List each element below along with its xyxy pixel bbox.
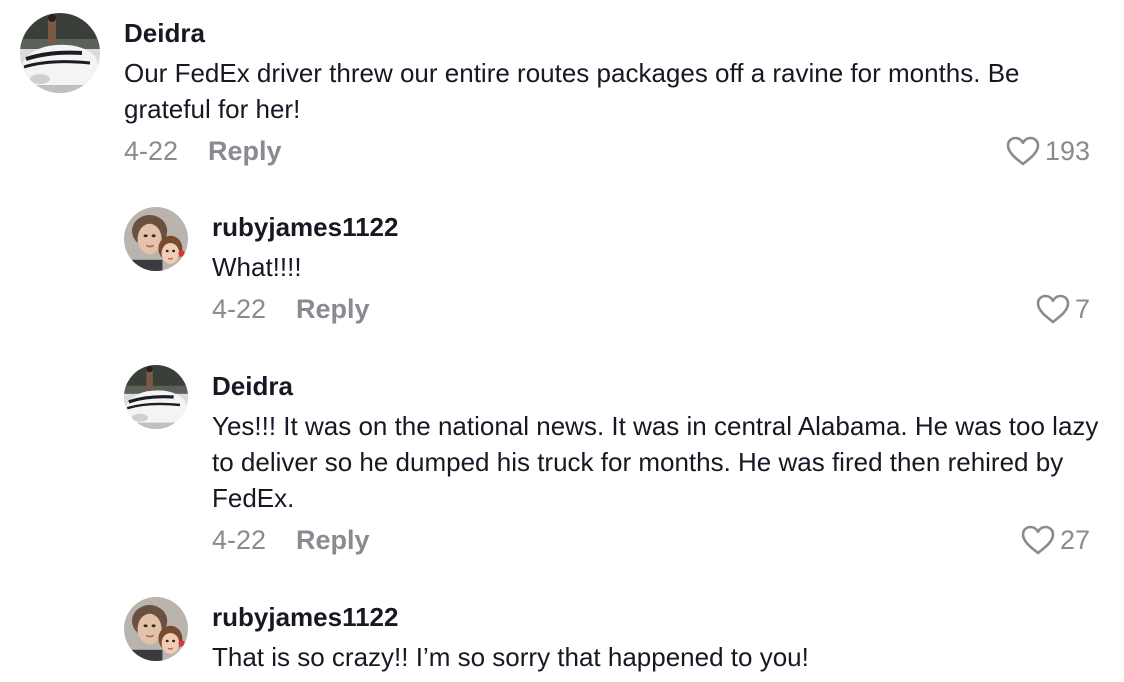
comment-text: Yes!!! It was on the national news. It w… [212,411,1099,513]
reply-button[interactable]: Reply [208,135,282,167]
car-photo-avatar-icon [20,13,100,93]
like-count: 193 [1044,136,1090,166]
like-button[interactable]: 27 [1020,524,1090,556]
comment-username[interactable]: Deidra [212,370,293,402]
like-button[interactable]: 193 [1005,135,1090,167]
comment-username[interactable]: Deidra [124,17,205,49]
comment-date: 4-22 [212,525,267,555]
comment-date: 4-22 [124,136,179,166]
like-count: 27 [1059,525,1090,555]
like-button[interactable]: 7 [1035,293,1090,325]
comment-username[interactable]: rubyjames1122 [212,211,398,243]
avatar[interactable] [124,207,188,271]
comment-meta: 4-22 Reply [124,135,282,167]
heart-outline-icon [1020,524,1056,556]
like-count: 7 [1074,294,1090,324]
comment-meta: 4-22 Reply [212,524,370,556]
comment-text: Our FedEx driver threw our entire routes… [124,58,1020,124]
selfie-photo-avatar-icon [124,207,188,271]
comment-username[interactable]: rubyjames1122 [212,601,398,633]
heart-outline-icon [1005,135,1041,167]
comment-date: 4-22 [212,294,267,324]
comment-text: What!!!! [212,252,302,282]
selfie-photo-avatar-icon [124,597,188,661]
avatar[interactable] [124,597,188,661]
comment-text: That is so crazy!! I’m so sorry that hap… [212,642,809,672]
avatar[interactable] [20,13,100,93]
car-photo-avatar-icon [124,365,188,429]
reply-button[interactable]: Reply [296,524,370,556]
heart-outline-icon [1035,293,1071,325]
reply-button[interactable]: Reply [296,293,370,325]
avatar[interactable] [124,365,188,429]
comment-meta: 4-22 Reply [212,293,370,325]
